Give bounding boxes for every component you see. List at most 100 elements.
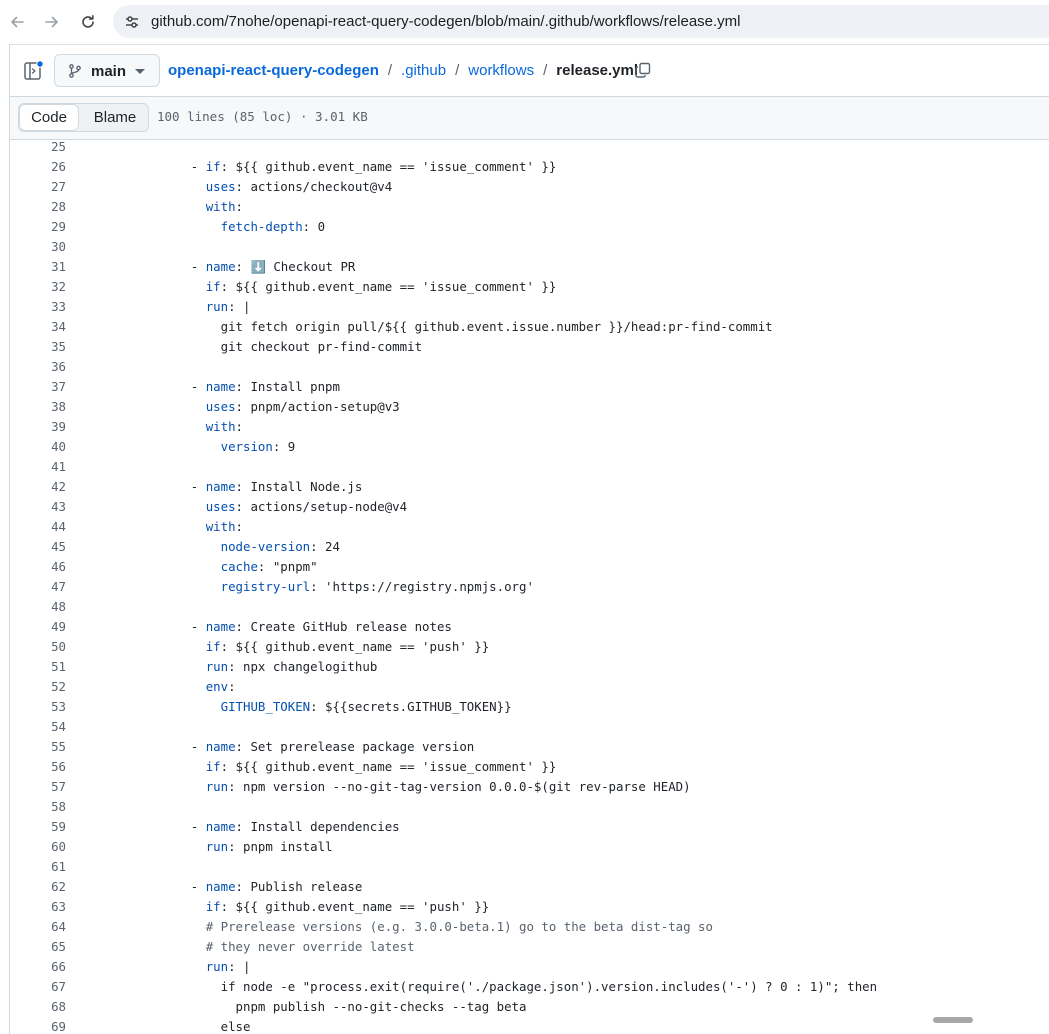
back-button[interactable]: [5, 10, 29, 34]
tab-code[interactable]: Code: [19, 104, 79, 131]
code-line: 37 - name: Install pnpm: [10, 377, 1049, 397]
branch-selector-button[interactable]: main: [54, 54, 160, 87]
line-number[interactable]: 69: [10, 1017, 66, 1034]
line-number[interactable]: 44: [10, 517, 66, 537]
line-number[interactable]: 33: [10, 297, 66, 317]
line-number[interactable]: 40: [10, 437, 66, 457]
line-number[interactable]: 26: [10, 157, 66, 177]
code-line: 59 - name: Install dependencies: [10, 817, 1049, 837]
code-view[interactable]: 25 26 - if: ${{ github.event_name == 'iss…: [10, 140, 1049, 1034]
line-number[interactable]: 49: [10, 617, 66, 637]
code-line: 69 else: [10, 1017, 1049, 1034]
yaml-value: : Install pnpm: [235, 379, 340, 394]
line-number[interactable]: 32: [10, 277, 66, 297]
line-number[interactable]: 29: [10, 217, 66, 237]
line-number[interactable]: 64: [10, 917, 66, 937]
line-number[interactable]: 57: [10, 777, 66, 797]
line-number[interactable]: 46: [10, 557, 66, 577]
browser-toolbar: github.com/7nohe/openapi-react-query-cod…: [0, 0, 1049, 44]
code-text: node-version: 24: [146, 537, 340, 557]
line-number[interactable]: 31: [10, 257, 66, 277]
line-number[interactable]: 37: [10, 377, 66, 397]
line-number[interactable]: 54: [10, 717, 66, 737]
code-line: 62 - name: Publish release: [10, 877, 1049, 897]
breadcrumb-repo-link[interactable]: openapi-react-query-codegen: [168, 62, 379, 79]
line-number[interactable]: 56: [10, 757, 66, 777]
line-number[interactable]: 34: [10, 317, 66, 337]
code-line: 30: [10, 237, 1049, 257]
line-number[interactable]: 58: [10, 797, 66, 817]
line-number[interactable]: 53: [10, 697, 66, 717]
code-line: 47 registry-url: 'https://registry.npmjs…: [10, 577, 1049, 597]
line-number[interactable]: 30: [10, 237, 66, 257]
line-number[interactable]: 28: [10, 197, 66, 217]
line-number[interactable]: 62: [10, 877, 66, 897]
code-line: 38 uses: pnpm/action-setup@v3: [10, 397, 1049, 417]
line-number[interactable]: 36: [10, 357, 66, 377]
yaml-value: : Create GitHub release notes: [235, 619, 452, 634]
code-line: 65 # they never override latest: [10, 937, 1049, 957]
yaml-value: : Install Node.js: [235, 479, 363, 494]
yaml-value: : "pnpm": [257, 559, 318, 574]
code-text: with:: [146, 197, 243, 217]
line-number[interactable]: 47: [10, 577, 66, 597]
sidebar-expand-icon[interactable]: [22, 59, 46, 83]
code-line: 41: [10, 457, 1049, 477]
breadcrumb: openapi-react-query-codegen / .github / …: [168, 62, 638, 79]
copy-path-icon[interactable]: [634, 61, 652, 79]
forward-button[interactable]: [40, 10, 64, 34]
code-line: 66 run: |: [10, 957, 1049, 977]
line-number[interactable]: 61: [10, 857, 66, 877]
line-number[interactable]: 50: [10, 637, 66, 657]
code-line: 67 if node -e "process.exit(require('./p…: [10, 977, 1049, 997]
line-number[interactable]: 41: [10, 457, 66, 477]
yaml-key: GITHUB_TOKEN: [220, 699, 311, 714]
code-comment: # Prerelease versions (e.g. 3.0.0-beta.1…: [205, 919, 713, 934]
horizontal-scrollbar-thumb[interactable]: [933, 1017, 973, 1023]
line-number[interactable]: 68: [10, 997, 66, 1017]
line-number[interactable]: 55: [10, 737, 66, 757]
line-number[interactable]: 45: [10, 537, 66, 557]
arrow-right-icon: [45, 16, 58, 28]
line-number[interactable]: 35: [10, 337, 66, 357]
code-text: - name: Set prerelease package version: [146, 737, 475, 757]
line-number[interactable]: 60: [10, 837, 66, 857]
line-number[interactable]: 48: [10, 597, 66, 617]
yaml-value: : ${{ github.event_name == 'push' }}: [220, 639, 490, 654]
url-text[interactable]: github.com/7nohe/openapi-react-query-cod…: [151, 13, 741, 30]
breadcrumb-workflows-dir-link[interactable]: workflows: [468, 62, 534, 79]
yaml-key: name: [205, 739, 236, 754]
line-number[interactable]: 59: [10, 817, 66, 837]
code-line: 33 run: |: [10, 297, 1049, 317]
line-number[interactable]: 67: [10, 977, 66, 997]
line-number[interactable]: 63: [10, 897, 66, 917]
line-number[interactable]: 39: [10, 417, 66, 437]
breadcrumb-github-dir-link[interactable]: .github: [401, 62, 446, 79]
line-number[interactable]: 52: [10, 677, 66, 697]
tab-blame[interactable]: Blame: [82, 104, 148, 131]
code-indent: -: [146, 879, 206, 894]
line-number[interactable]: 43: [10, 497, 66, 517]
reload-button[interactable]: [76, 10, 100, 34]
line-number[interactable]: 25: [10, 140, 66, 157]
line-number[interactable]: 27: [10, 177, 66, 197]
line-number[interactable]: 38: [10, 397, 66, 417]
code-text: if: ${{ github.event_name == 'push' }}: [146, 897, 489, 917]
line-number[interactable]: 42: [10, 477, 66, 497]
yaml-value: :: [235, 519, 243, 534]
tune-icon[interactable]: [123, 13, 141, 31]
yaml-value: : pnpm install: [228, 839, 333, 854]
line-number[interactable]: 66: [10, 957, 66, 977]
reload-icon: [82, 15, 94, 28]
line-number[interactable]: 65: [10, 937, 66, 957]
line-number[interactable]: 51: [10, 657, 66, 677]
